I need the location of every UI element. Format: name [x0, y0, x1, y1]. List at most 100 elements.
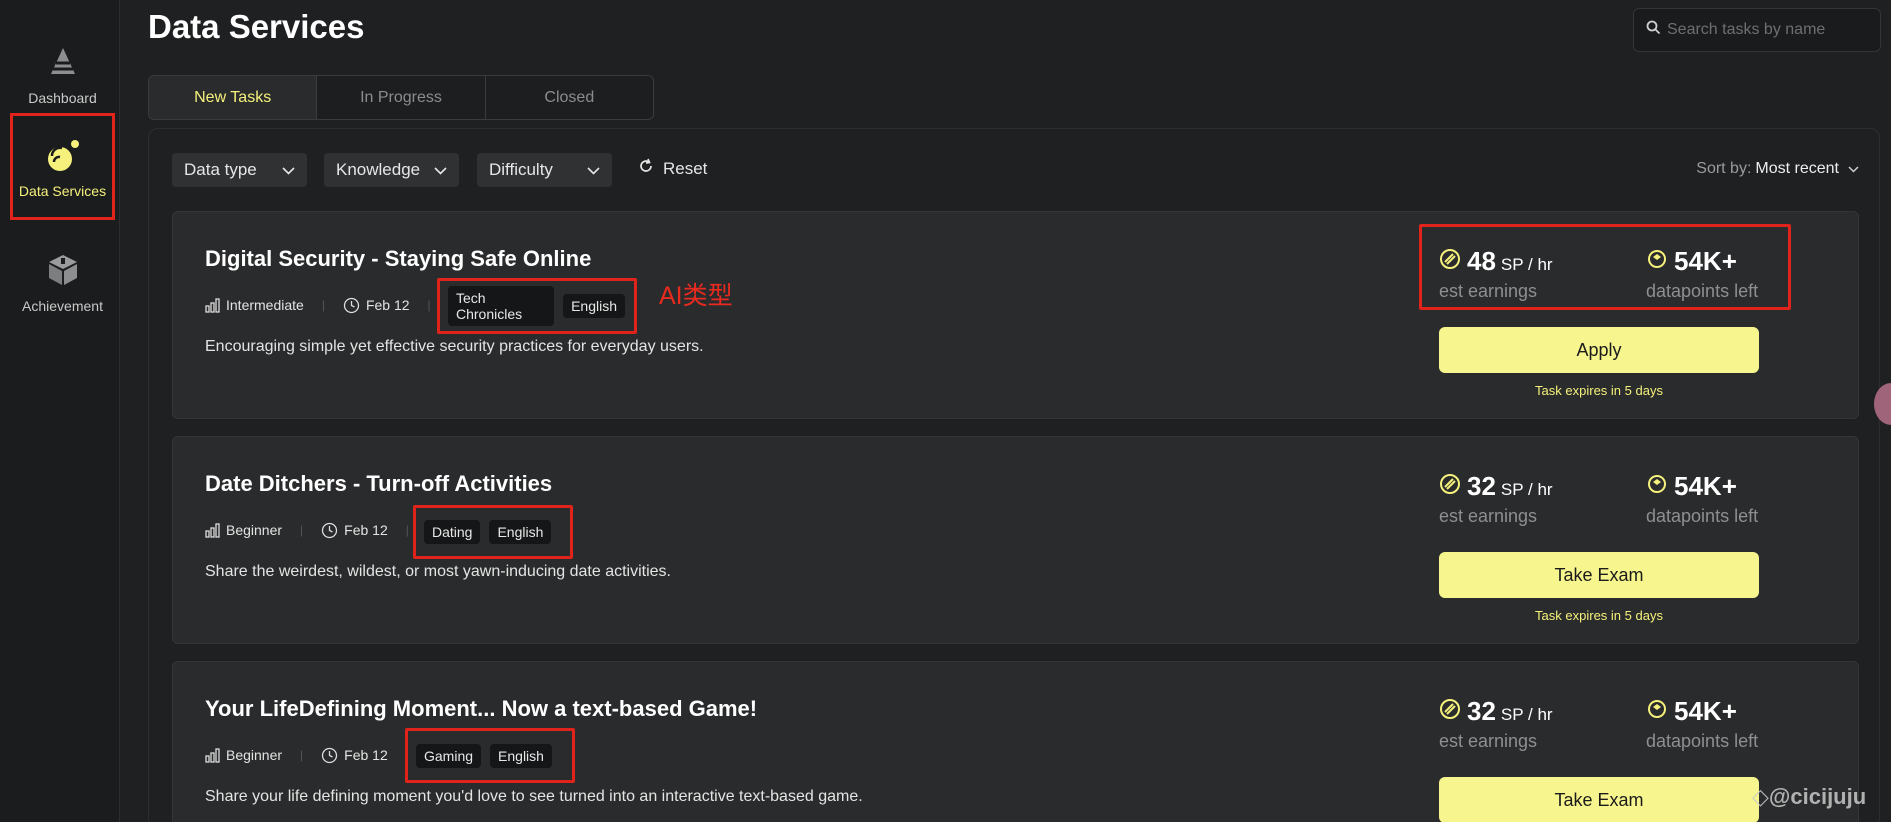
tag: Tech Chronicles — [448, 286, 555, 326]
chevron-down-icon — [434, 160, 447, 180]
chevron-down-icon — [282, 160, 295, 180]
datapoints-stat: 54K+ datapoints left — [1646, 696, 1758, 752]
page-title: Data Services — [148, 8, 365, 45]
date-text: Feb 12 — [365, 297, 410, 313]
sort-dropdown[interactable]: Sort by: Most recent — [1696, 160, 1859, 178]
rate-label: est earnings — [1439, 731, 1538, 751]
take-exam-button[interactable]: Take Exam — [1439, 552, 1759, 598]
bar-chart-icon — [205, 522, 220, 538]
tag: Gaming — [416, 743, 482, 768]
tag: English — [563, 294, 625, 318]
earnings-stat: 48 SP / hr est earnings — [1439, 246, 1553, 302]
search-input[interactable] — [1667, 21, 1877, 39]
pyramid-icon — [43, 42, 83, 82]
rate-unit: SP / hr — [1500, 705, 1553, 724]
rate-value: 32 — [1467, 471, 1496, 501]
annotation-label: AI类型 — [659, 282, 733, 310]
filter-label: Data type — [184, 160, 257, 179]
datapoints-stat: 54K+ datapoints left — [1646, 471, 1758, 527]
filter-label: Difficulty — [489, 160, 553, 179]
chevron-down-icon — [1848, 160, 1859, 178]
bar-chart-icon — [205, 297, 220, 313]
token-icon — [1646, 696, 1668, 727]
expiry-note: Task expires in 5 days — [1535, 383, 1663, 398]
coin-icon — [1439, 696, 1461, 727]
filter-difficulty[interactable]: Difficulty — [477, 153, 612, 187]
tab-closed[interactable]: Closed — [486, 76, 653, 119]
tags-highlight: Tech Chronicles English — [437, 278, 637, 334]
tag: English — [490, 743, 552, 768]
rate-unit: SP / hr — [1500, 255, 1553, 274]
tag: Dating — [424, 520, 481, 544]
sidebar-item-achievement[interactable]: Achievement — [10, 230, 115, 334]
search-icon — [1646, 20, 1661, 40]
sidebar-item-label: Dashboard — [28, 90, 97, 106]
expiry-note: Task expires in 5 days — [1535, 608, 1663, 623]
task-meta: Intermediate | Feb 12 | — [205, 292, 449, 318]
datapoints-value: 54K+ — [1674, 246, 1737, 276]
task-description: Encouraging simple yet effective securit… — [205, 338, 704, 355]
tags-highlight: Dating English — [413, 505, 573, 559]
datapoints-value: 54K+ — [1674, 696, 1737, 726]
clock-icon — [322, 522, 338, 538]
tab-new-tasks[interactable]: New Tasks — [149, 76, 318, 119]
sidebar: Dashboard Data Services Achievement — [0, 0, 120, 822]
task-meta: Beginner | Feb 12 | — [205, 517, 427, 543]
earnings-stat: 32 SP / hr est earnings — [1439, 471, 1553, 527]
sidebar-item-dashboard[interactable]: Dashboard — [10, 22, 115, 126]
rate-value: 48 — [1467, 246, 1496, 276]
filter-data-type[interactable]: Data type — [172, 153, 307, 187]
datapoints-label: datapoints left — [1646, 731, 1759, 751]
difficulty-level: Beginner — [205, 747, 282, 763]
task-description: Share your life defining moment you'd lo… — [205, 788, 863, 805]
sidebar-item-label: Data Services — [18, 182, 107, 199]
sort-value: Most recent — [1755, 160, 1839, 177]
task-title: Digital Security - Staying Safe Online — [205, 246, 592, 271]
apply-button[interactable]: Apply — [1439, 327, 1759, 373]
clock-icon — [343, 297, 360, 313]
bar-chart-icon — [205, 747, 220, 763]
rate-value: 32 — [1467, 696, 1496, 726]
reset-button[interactable]: Reset — [638, 158, 707, 179]
task-card[interactable]: Digital Security - Staying Safe Online I… — [172, 211, 1859, 419]
reset-label: Reset — [663, 158, 708, 178]
chevron-down-icon — [587, 160, 600, 180]
task-card[interactable]: Your LifeDefining Moment... Now a text-b… — [172, 661, 1859, 822]
coin-icon — [1439, 471, 1461, 502]
watermark: ◇@cicijuju — [1752, 784, 1867, 809]
tab-in-progress[interactable]: In Progress — [317, 76, 486, 119]
filter-knowledge[interactable]: Knowledge — [324, 153, 459, 187]
take-exam-button[interactable]: Take Exam — [1439, 777, 1759, 822]
rate-label: est earnings — [1439, 281, 1538, 301]
task-description: Share the weirdest, wildest, or most yaw… — [205, 563, 671, 580]
task-meta: Beginner | Feb 12 | — [205, 742, 427, 768]
level-text: Beginner — [226, 522, 283, 538]
date-text: Feb 12 — [344, 522, 388, 538]
cube-icon — [43, 250, 83, 290]
token-icon — [1646, 246, 1668, 277]
task-card[interactable]: Date Ditchers - Turn-off Activities Begi… — [172, 436, 1859, 644]
level-text: Beginner — [226, 747, 283, 763]
tag: English — [489, 520, 552, 544]
sort-label: Sort by: — [1696, 160, 1752, 177]
token-icon — [1646, 471, 1668, 502]
search-box[interactable] — [1633, 8, 1881, 52]
level-text: Intermediate — [226, 297, 304, 313]
task-date: Feb 12 — [321, 747, 388, 764]
coin-icon — [1439, 246, 1461, 277]
datapoints-label: datapoints left — [1646, 281, 1759, 301]
clock-icon — [322, 747, 338, 763]
task-date: Feb 12 — [343, 297, 410, 314]
sidebar-item-label: Achievement — [22, 298, 103, 314]
task-title: Your LifeDefining Moment... Now a text-b… — [205, 696, 758, 721]
refresh-icon — [638, 158, 654, 179]
sidebar-item-data-services[interactable]: Data Services — [10, 113, 115, 220]
date-text: Feb 12 — [344, 747, 388, 763]
tags-highlight: Gaming English — [405, 728, 575, 783]
datapoints-value: 54K+ — [1674, 471, 1737, 501]
datapoints-stat: 54K+ datapoints left — [1646, 246, 1758, 302]
difficulty-level: Beginner — [205, 522, 282, 538]
status-tabs: New Tasks In Progress Closed — [148, 75, 654, 120]
datapoints-label: datapoints left — [1646, 506, 1759, 526]
difficulty-level: Intermediate — [205, 297, 304, 313]
